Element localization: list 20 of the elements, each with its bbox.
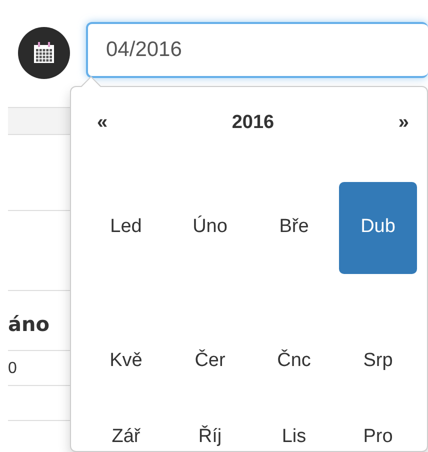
table-cell-text: 0 [8,359,17,379]
column-header: áno [8,311,50,338]
next-year-button[interactable]: » [398,109,409,138]
month-option[interactable]: Říj [171,400,249,452]
month-option[interactable]: Srp [339,324,417,400]
calendar-icon [33,42,55,64]
month-option[interactable]: Bře [255,182,333,274]
calendar-button[interactable] [18,27,70,79]
date-input-field[interactable]: 04/2016 [86,22,428,78]
month-option[interactable]: Úno [171,182,249,274]
previous-year-button[interactable]: « [97,109,108,138]
month-option[interactable]: Led [87,182,165,274]
month-option[interactable]: Kvě [87,324,165,400]
month-option[interactable]: Zář [87,400,165,452]
month-option[interactable]: Lis [255,400,333,452]
year-title[interactable]: 2016 [232,109,274,138]
month-option[interactable]: Čnc [255,324,333,400]
month-option[interactable]: Pro [339,400,417,452]
month-option[interactable]: Čer [171,324,249,400]
month-option[interactable]: Dub [339,182,417,274]
